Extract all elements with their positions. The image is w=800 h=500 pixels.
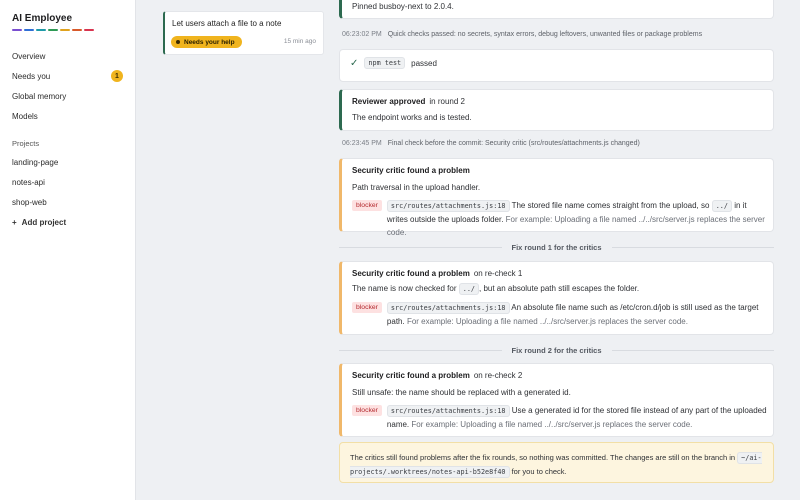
sidebar: AI Employee Overview Needs you 1 Global … [0, 0, 136, 500]
projects-section: Projects landing-page notes-api shop-web… [0, 134, 136, 232]
log-text: Final check before the commit: Security … [387, 140, 640, 147]
activity-feed: Pinned busboy-next to 2.0.4. 06:23:02 PM… [339, 0, 775, 500]
file-reference[interactable]: src/routes/attachments.js:18 [386, 302, 510, 314]
finding: blocker src/routes/attachments.js:18 An … [352, 301, 767, 328]
fix-round-divider: Fix round 2 for the critics [339, 344, 775, 356]
finding-body: src/routes/attachments.js:18 An absolute… [386, 301, 767, 328]
security-critic-card: Security critic found a problem on re-che… [339, 261, 774, 335]
test-status: passed [411, 58, 437, 68]
brand-color-segment [60, 29, 70, 31]
project-item-notes-api[interactable]: notes-api [0, 172, 136, 192]
finding: blocker src/routes/attachments.js:18 Use… [352, 404, 767, 431]
brand-color-segment [48, 29, 58, 31]
app-title: AI Employee [12, 13, 73, 24]
finding: blocker src/routes/attachments.js:18 The… [352, 199, 767, 239]
project-item-landing-page[interactable]: landing-page [0, 152, 136, 172]
critic-title: Security critic found a problem [352, 166, 470, 175]
nav-item-models[interactable]: Models [0, 106, 136, 126]
divider-label: Fix round 2 for the critics [511, 345, 602, 355]
divider-line [611, 349, 775, 351]
plus-icon: + [12, 217, 17, 227]
nav-item-overview[interactable]: Overview [0, 46, 136, 66]
nav-item-label: Global memory [12, 91, 67, 101]
notice-text: The critics still found problems after t… [350, 453, 736, 462]
test-result: ✓ npm test passed [350, 57, 437, 69]
log-line: 06:23:02 PM Quick checks passed: no secre… [342, 31, 702, 38]
blocker-tag: blocker [352, 200, 382, 211]
security-critic-card: Security critic found a problem on re-che… [339, 363, 774, 437]
blocker-tag: blocker [352, 405, 382, 416]
nav-item-global-memory[interactable]: Global memory [0, 86, 136, 106]
critic-summary: The name is now checked for ../, but an … [352, 283, 640, 295]
critic-heading: Security critic found a problem on re-che… [352, 371, 522, 380]
critic-recheck: on re-check 2 [473, 371, 523, 380]
critic-title: Security critic found a problem [352, 269, 470, 278]
brand-color-segment [24, 29, 34, 31]
inline-code: ../ [458, 283, 480, 295]
notice-text: for you to check. [511, 467, 567, 476]
fix-round-divider: Fix round 1 for the critics [339, 241, 775, 253]
dot-icon [176, 40, 180, 44]
reviewer-heading: Reviewer approved in round 2 [352, 97, 465, 106]
add-project-label: Add project [21, 217, 67, 227]
reviewer-title: Reviewer approved [352, 97, 426, 106]
task-timestamp: 15 min ago [283, 38, 316, 45]
add-project-button[interactable]: + Add project [0, 212, 136, 232]
critic-summary: Path traversal in the upload handler. [352, 183, 481, 192]
task-title: Let users attach a file to a note [172, 19, 282, 28]
brand-color-segment [72, 29, 82, 31]
critic-recheck: on re-check 1 [473, 269, 523, 278]
divider-line [339, 349, 502, 351]
pinned-card: Pinned busboy-next to 2.0.4. [339, 0, 774, 19]
finding-example: For example: Uploading a file named ../.… [411, 420, 693, 429]
main-nav: Overview Needs you 1 Global memory Model… [0, 46, 136, 126]
projects-heading: Projects [12, 138, 40, 148]
reviewer-text: The endpoint works and is tested. [352, 113, 472, 122]
brand-color-segment [12, 29, 22, 31]
nav-item-label: Models [12, 111, 38, 121]
file-reference[interactable]: src/routes/attachments.js:18 [386, 200, 510, 212]
critic-title: Security critic found a problem [352, 371, 470, 380]
test-command: npm test [364, 57, 406, 69]
nav-item-label: Overview [12, 51, 46, 61]
reviewer-card: Reviewer approved in round 2 The endpoint… [339, 89, 774, 131]
blocker-tag: blocker [352, 302, 382, 313]
test-result-card: ✓ npm test passed [339, 49, 774, 82]
log-line: 06:23:45 PM Final check before the commit… [342, 140, 640, 147]
log-text: Quick checks passed: no secrets, syntax … [387, 31, 703, 38]
finding-body: src/routes/attachments.js:18 Use a gener… [386, 404, 767, 431]
finding-text: The stored file name comes straight from… [511, 201, 710, 210]
log-timestamp: 06:23:02 PM [342, 31, 382, 38]
badge-label: Needs your help [184, 38, 235, 46]
project-item-shop-web[interactable]: shop-web [0, 192, 136, 212]
inline-code: ../ [711, 200, 732, 212]
nav-item-label: Needs you [12, 71, 51, 81]
divider-line [339, 246, 502, 248]
summary-text: , but an absolute path still escapes the… [479, 284, 640, 293]
log-timestamp: 06:23:45 PM [342, 140, 382, 147]
brand-color-bar [12, 29, 94, 31]
reviewer-round: in round 2 [429, 97, 465, 106]
critic-summary: Still unsafe: the name should be replace… [352, 388, 571, 397]
critic-heading: Security critic found a problem [352, 166, 470, 175]
result-notice: The critics still found problems after t… [339, 442, 774, 483]
needs-you-count-badge: 1 [111, 70, 123, 82]
pinned-text: Pinned busboy-next to 2.0.4. [352, 2, 454, 11]
brand-color-segment [36, 29, 46, 31]
checkmark-icon: ✓ [350, 57, 359, 69]
needs-help-badge: Needs your help [171, 36, 242, 48]
finding-example: For example: Uploading a file named ../.… [406, 317, 688, 326]
summary-text: The name is now checked for [352, 284, 457, 293]
nav-item-needs-you[interactable]: Needs you 1 [0, 66, 136, 86]
brand-color-segment [84, 29, 94, 31]
security-critic-card: Security critic found a problem Path tra… [339, 158, 774, 237]
file-reference[interactable]: src/routes/attachments.js:18 [386, 405, 510, 417]
task-card[interactable]: Let users attach a file to a note Needs … [163, 11, 324, 55]
divider-label: Fix round 1 for the critics [511, 242, 602, 252]
divider-line [611, 246, 775, 248]
finding-body: src/routes/attachments.js:18 The stored … [386, 199, 767, 239]
critic-heading: Security critic found a problem on re-che… [352, 269, 522, 278]
